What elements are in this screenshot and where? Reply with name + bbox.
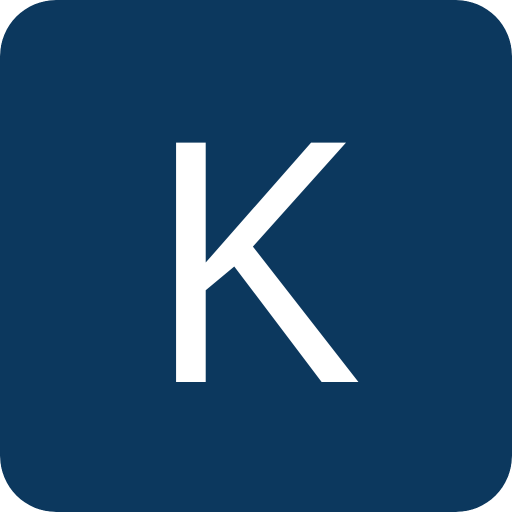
avatar-letter: K [150, 67, 362, 456]
letter-avatar-icon: K [0, 0, 512, 512]
avatar-canvas: K [0, 0, 512, 512]
